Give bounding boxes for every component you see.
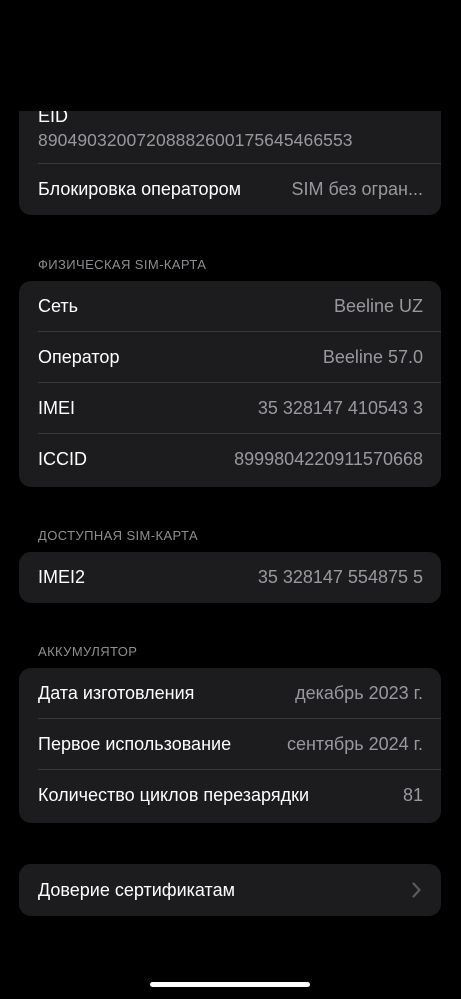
imei-label: IMEI	[38, 398, 76, 418]
status-time: 23:45	[46, 22, 99, 44]
cycle-count-label: Количество циклов перезарядки	[38, 785, 310, 805]
iccid-row[interactable]: ICCID 8999804220911570668	[19, 434, 441, 485]
manufacture-date-row: Дата изготовления декабрь 2023 г.	[19, 668, 441, 719]
certificate-trust-row[interactable]: Доверие сертификатам	[19, 864, 441, 916]
network-value: Beeline UZ	[333, 296, 423, 316]
carrier-lock-value: SIM без огран...	[291, 179, 423, 199]
imei2-label: IMEI2	[38, 567, 86, 587]
imei-row[interactable]: IMEI 35 328147 410543 3	[19, 383, 441, 434]
certificate-trust-label: Доверие сертификатам	[38, 880, 235, 900]
carrier-lock-label: Блокировка оператором	[38, 179, 241, 199]
iccid-value: 8999804220911570668	[234, 449, 423, 469]
imei-value: 35 328147 410543 3	[257, 398, 423, 418]
imei2-row[interactable]: IMEI2 35 328147 554875 5	[19, 552, 441, 603]
status-bar: 23:45 17	[0, 0, 461, 60]
manufacture-date-label: Дата изготовления	[38, 683, 195, 703]
available-sim-group: IMEI2 35 328147 554875 5	[19, 552, 441, 603]
cycle-count-value: 81	[402, 785, 423, 805]
carrier-lock-row: Блокировка оператором SIM без огран...	[19, 164, 441, 215]
battery-header: АККУМУЛЯТОР	[38, 644, 138, 659]
imei2-value: 35 328147 554875 5	[257, 567, 423, 587]
carrier-value: Beeline 57.0	[322, 347, 423, 367]
home-indicator[interactable]	[150, 982, 310, 987]
battery-icon: 17	[375, 24, 405, 43]
eid-label: EID	[38, 106, 69, 126]
first-use-label: Первое использование	[38, 734, 232, 754]
carrier-row: Оператор Beeline 57.0	[19, 332, 441, 383]
network-row: Сеть Beeline UZ	[19, 281, 441, 332]
carrier-label: Оператор	[38, 347, 120, 367]
cycle-count-row: Количество циклов перезарядки 81	[19, 770, 441, 821]
available-sim-header: ДОСТУПНАЯ SIM-КАРТА	[38, 528, 199, 543]
physical-sim-group: Сеть Beeline UZ Оператор Beeline 57.0 IM…	[19, 281, 441, 487]
battery-level: 17	[382, 25, 398, 40]
battery-tip	[407, 30, 410, 37]
chevron-right-icon	[412, 882, 421, 898]
bell-slash-icon	[105, 25, 123, 43]
battery-group: Дата изготовления декабрь 2023 г. Первое…	[19, 668, 441, 823]
manufacture-date-value: декабрь 2023 г.	[295, 683, 423, 703]
cellular-signal-icon	[343, 26, 365, 42]
first-use-value: сентябрь 2024 г.	[286, 734, 423, 754]
network-label: Сеть	[38, 296, 79, 316]
nav-edge	[19, 111, 441, 112]
first-use-row: Первое использование сентябрь 2024 г.	[19, 719, 441, 770]
certificate-trust-group: Доверие сертификатам	[19, 864, 441, 916]
physical-sim-header: ФИЗИЧЕСКАЯ SIM-КАРТА	[38, 257, 207, 272]
iccid-label: ICCID	[38, 449, 87, 469]
eid-value[interactable]: 89049032007208882600175645466553	[38, 130, 353, 151]
